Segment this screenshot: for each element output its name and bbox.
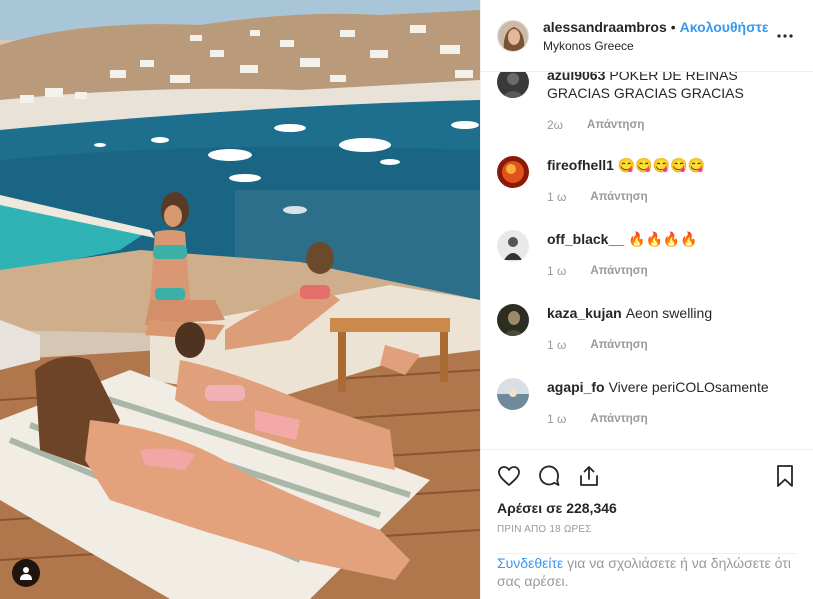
avatar[interactable] xyxy=(497,156,529,188)
reply-button[interactable]: Απάντηση xyxy=(590,262,647,280)
post-sidebar: alessandraambros • Ακολουθήστε Mykonos G… xyxy=(480,0,813,599)
avatar[interactable] xyxy=(497,378,529,410)
avatar[interactable] xyxy=(497,304,529,336)
post-author-username[interactable]: alessandraambros xyxy=(543,19,667,35)
tag-people-button[interactable] xyxy=(12,559,40,587)
comment-username[interactable]: azul9063 xyxy=(547,72,605,83)
comment-text: 😋😋😋😋😋 xyxy=(617,157,706,173)
comment-time[interactable]: 1 ω xyxy=(547,188,566,206)
bookmark-icon[interactable] xyxy=(773,464,797,488)
user-tag-icon xyxy=(20,567,32,580)
action-bar xyxy=(497,450,797,502)
login-link[interactable]: Συνδεθείτε xyxy=(497,555,563,571)
separator-dot: • xyxy=(670,18,676,35)
comment-item: azul9063 POKER DE REINAS GRACIAS GRACIAS … xyxy=(497,72,797,134)
more-options-button[interactable] xyxy=(773,24,797,48)
avatar[interactable] xyxy=(497,72,529,98)
heart-icon[interactable] xyxy=(497,464,521,488)
reply-button[interactable]: Απάντηση xyxy=(587,116,644,134)
comment-icon[interactable] xyxy=(537,464,561,488)
share-icon[interactable] xyxy=(577,464,601,488)
comment-time[interactable]: 2ω xyxy=(547,116,563,134)
post-modal: alessandraambros • Ακολουθήστε Mykonos G… xyxy=(0,0,813,599)
comment-item: off_black__ 🔥🔥🔥🔥 1 ω Απάντηση xyxy=(497,230,797,280)
reply-button[interactable]: Απάντηση xyxy=(590,336,647,354)
avatar[interactable] xyxy=(497,19,529,52)
post-header: alessandraambros • Ακολουθήστε Mykonos G… xyxy=(481,0,813,72)
reply-button[interactable]: Απάντηση xyxy=(590,188,647,206)
more-options-icon xyxy=(777,33,793,38)
comment-username[interactable]: fireofhell1 xyxy=(547,157,614,173)
comment-text: Vivere periCOLOsamente xyxy=(608,379,769,395)
likes-count[interactable]: Αρέσει σε 228,346 xyxy=(497,500,797,516)
comment-username[interactable]: kaza_kujan xyxy=(547,305,622,321)
comment-text: 🔥🔥🔥🔥 xyxy=(628,231,698,247)
avatar[interactable] xyxy=(497,230,529,262)
comment-username[interactable]: agapi_fo xyxy=(547,379,605,395)
login-prompt: Συνδεθείτε για να σχολιάσετε ή να δηλώσε… xyxy=(497,553,797,590)
comments-list[interactable]: azul9063 POKER DE REINAS GRACIAS GRACIAS … xyxy=(481,72,813,448)
post-actions-section: Αρέσει σε 228,346 ΠΡΙΝ ΑΠΟ 18 ΩΡΕΣ xyxy=(481,449,813,535)
comment-text: Aeon swelling xyxy=(625,305,713,321)
reply-button[interactable]: Απάντηση xyxy=(590,410,647,428)
post-photo xyxy=(0,0,480,599)
comment-time[interactable]: 1 ω xyxy=(547,336,566,354)
post-timestamp: ΠΡΙΝ ΑΠΟ 18 ΩΡΕΣ xyxy=(497,524,592,535)
post-image xyxy=(0,0,480,599)
comment-username[interactable]: off_black__ xyxy=(547,231,624,247)
comment-time[interactable]: 1 ω xyxy=(547,410,566,428)
follow-button[interactable]: Ακολουθήστε xyxy=(680,19,769,35)
comment-item: fireofhell1 😋😋😋😋😋 1 ω Απάντηση xyxy=(497,156,797,206)
comment-item: kaza_kujan Aeon swelling 1 ω Απάντηση xyxy=(497,304,797,354)
post-location[interactable]: Mykonos Greece xyxy=(543,39,773,53)
comment-item: agapi_fo Vivere periCOLOsamente 1 ω Απάντη… xyxy=(497,378,797,428)
comment-time[interactable]: 1 ω xyxy=(547,262,566,280)
